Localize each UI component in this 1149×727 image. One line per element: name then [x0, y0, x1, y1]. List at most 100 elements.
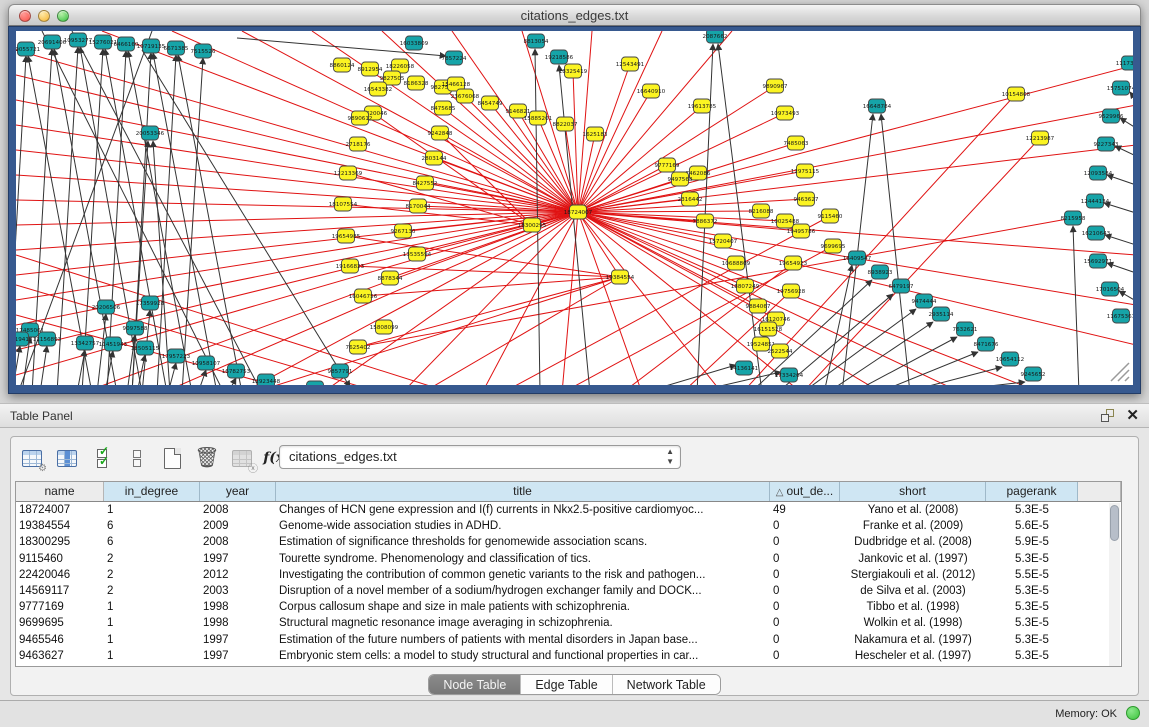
citation-network-graph[interactable]: 1905572120691406109532771527602164661601… — [16, 31, 1133, 385]
cell-year[interactable]: 1997 — [200, 632, 276, 648]
column-header-pagerank[interactable]: pagerank — [986, 482, 1078, 501]
cell-in_degree[interactable]: 6 — [104, 534, 200, 550]
cell-title[interactable]: Embryonic stem cells: a model to study s… — [276, 648, 770, 664]
citation-edge-red[interactable] — [578, 212, 1133, 345]
cell-in_degree[interactable]: 1 — [104, 648, 200, 664]
citation-edge-red[interactable] — [172, 31, 578, 212]
cell-pagerank[interactable]: 5.6E-5 — [986, 518, 1078, 534]
graph-node-12466059[interactable]: 12466059 — [301, 381, 330, 385]
table-row[interactable]: 1872400712008Changes of HCN gene express… — [16, 502, 1121, 518]
citation-edge-red[interactable] — [16, 100, 578, 212]
cell-title[interactable]: Changes of HCN gene expression and I(f) … — [276, 502, 770, 518]
graph-node-8878344[interactable]: 8878344 — [378, 271, 403, 285]
cell-year[interactable]: 1997 — [200, 551, 276, 567]
graph-node-8216088[interactable]: 8216088 — [749, 204, 774, 218]
graph-node-2316442[interactable]: 2316442 — [678, 192, 703, 206]
table-row[interactable]: 2242004622012Investigating the contribut… — [16, 567, 1121, 583]
table-row[interactable]: 946362711997Embryonic stem cells: a mode… — [16, 648, 1121, 664]
cell-short[interactable]: Hescheler et al. (1997) — [840, 648, 986, 664]
graph-node-18300295[interactable]: 18300295 — [518, 218, 547, 232]
graph-node-16210643[interactable]: 16210643 — [1082, 226, 1111, 240]
cell-out_de[interactable]: 0 — [770, 583, 840, 599]
graph-node-15751074[interactable]: 15751074 — [1107, 81, 1133, 95]
cell-pagerank[interactable]: 5.3E-5 — [986, 648, 1078, 664]
citation-edge-black[interactable] — [198, 370, 206, 385]
citation-edge-red[interactable] — [578, 212, 802, 385]
citation-edge-black[interactable] — [802, 309, 916, 385]
graph-node-11173306[interactable]: 11173306 — [1116, 56, 1133, 70]
citation-edge-red[interactable] — [578, 212, 722, 385]
graph-node-18325419[interactable]: 18325419 — [559, 64, 588, 78]
table-row[interactable]: 1456911722003Disruption of a novel membe… — [16, 583, 1121, 599]
graph-node-20691406[interactable]: 20691406 — [38, 35, 67, 49]
graph-node-19756928[interactable]: 19756928 — [777, 284, 806, 298]
graph-node-2935114[interactable]: 2935114 — [929, 307, 954, 321]
cell-name[interactable]: 14569117 — [16, 583, 104, 599]
citation-edge-red[interactable] — [422, 277, 620, 385]
graph-node-12444134[interactable]: 12444134 — [1081, 194, 1110, 208]
table-row[interactable]: 969969511998Structural magnetic resonanc… — [16, 615, 1121, 631]
citation-edge-red[interactable] — [358, 277, 620, 347]
cell-year[interactable]: 2012 — [200, 567, 276, 583]
citation-edge-red[interactable] — [573, 71, 578, 212]
cell-year[interactable]: 1997 — [200, 648, 276, 664]
citation-edge-black[interactable] — [1130, 92, 1133, 100]
graph-node-18107554[interactable]: 18107554 — [329, 197, 358, 211]
show-column-table-icon[interactable] — [54, 445, 80, 471]
graph-node-9245652[interactable]: 9245652 — [1021, 367, 1046, 381]
cell-in_degree[interactable]: 1 — [104, 632, 200, 648]
cell-short[interactable]: Yano et al. (2008) — [840, 502, 986, 518]
graph-node-16648784[interactable]: 16648784 — [863, 99, 892, 113]
citation-edge-red[interactable] — [16, 212, 578, 250]
graph-node-7886372[interactable]: 7886372 — [693, 214, 718, 228]
tab-network-table[interactable]: Network Table — [613, 675, 720, 694]
citation-edge-black[interactable] — [827, 322, 933, 385]
cell-in_degree[interactable]: 1 — [104, 615, 200, 631]
table-selector-dropdown[interactable]: citations_edges.txt ▲▼ — [279, 445, 681, 469]
citation-edge-black[interactable] — [881, 114, 910, 385]
graph-node-10654112[interactable]: 10654112 — [996, 352, 1024, 366]
citation-edge-black[interactable] — [902, 367, 1002, 385]
cell-title[interactable]: Investigating the contribution of common… — [276, 567, 770, 583]
column-settings-table-icon[interactable]: ⚙ — [19, 445, 45, 471]
graph-node-9115460[interactable]: 9115460 — [818, 209, 843, 223]
graph-node-11675361[interactable]: 11675361 — [1107, 309, 1133, 323]
graph-node-9227343[interactable]: 9227343 — [1094, 137, 1119, 151]
new-document-icon[interactable] — [159, 445, 185, 471]
cell-year[interactable]: 2008 — [200, 534, 276, 550]
cell-in_degree[interactable]: 2 — [104, 551, 200, 567]
cell-out_de[interactable]: 0 — [770, 648, 840, 664]
cell-pagerank[interactable]: 5.3E-5 — [986, 551, 1078, 567]
graph-node-8475685[interactable]: 8475685 — [431, 101, 456, 115]
delete-trash-icon[interactable]: 🗑 — [194, 445, 220, 471]
cell-short[interactable]: Stergiakouli et al. (2012) — [840, 567, 986, 583]
graph-node-9890612[interactable]: 9890612 — [348, 111, 373, 125]
citation-edge-red[interactable] — [16, 212, 578, 350]
cell-pagerank[interactable]: 5.3E-5 — [986, 632, 1078, 648]
cell-title[interactable]: Tourette syndrome. Phenomenology and cla… — [276, 551, 770, 567]
cell-in_degree[interactable]: 6 — [104, 518, 200, 534]
node-table[interactable]: namein_degreeyeartitle△out_de...shortpag… — [15, 481, 1122, 667]
citation-edge-red[interactable] — [16, 50, 578, 212]
float-panel-icon[interactable] — [1101, 409, 1115, 423]
citation-edge-black[interactable] — [877, 352, 978, 385]
column-header-in_degree[interactable]: in_degree — [104, 482, 200, 501]
cell-out_de[interactable]: 0 — [770, 632, 840, 648]
graph-node-10719135[interactable]: 10719135 — [137, 39, 166, 53]
table-scrollbar-thumb[interactable] — [1110, 505, 1119, 541]
cell-name[interactable]: 9777169 — [16, 599, 104, 615]
citation-edge-black[interactable] — [1073, 226, 1079, 385]
graph-node-9267130[interactable]: 9267130 — [391, 224, 416, 238]
graph-node-9463627[interactable]: 9463627 — [794, 192, 819, 206]
graph-node-15720407[interactable]: 15720407 — [709, 234, 738, 248]
cell-in_degree[interactable]: 2 — [104, 567, 200, 583]
cell-name[interactable]: 9115460 — [16, 551, 104, 567]
citation-edge-red[interactable] — [802, 138, 1040, 385]
column-header-year[interactable]: year — [200, 482, 276, 501]
cell-year[interactable]: 2003 — [200, 583, 276, 599]
table-row[interactable]: 911546021997Tourette syndrome. Phenomeno… — [16, 551, 1121, 567]
cell-pagerank[interactable]: 5.5E-5 — [986, 567, 1078, 583]
cell-title[interactable]: Estimation of significance thresholds fo… — [276, 534, 770, 550]
cell-out_de[interactable]: 0 — [770, 551, 840, 567]
graph-node-8427552[interactable]: 8427552 — [413, 176, 438, 190]
